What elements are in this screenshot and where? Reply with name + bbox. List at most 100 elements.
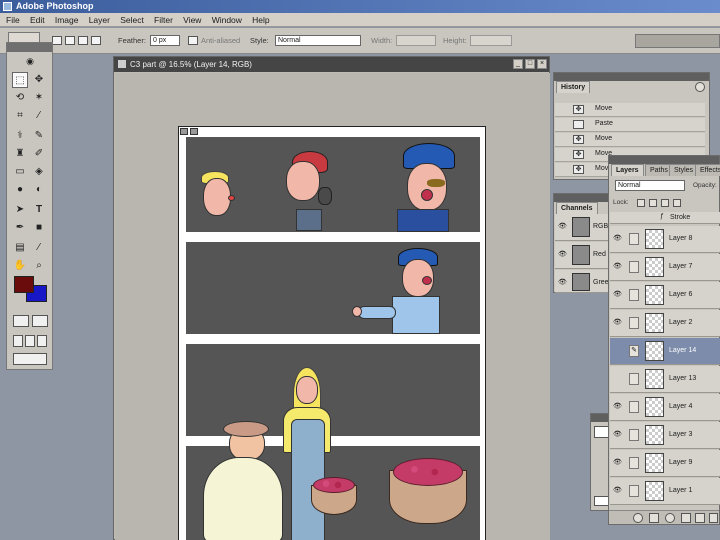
adobe-online-eye-icon[interactable]: ◉ [13, 53, 47, 69]
eye-icon[interactable]: 👁 [558, 250, 567, 258]
new-set-button[interactable] [681, 513, 691, 523]
eye-icon[interactable]: 👁 [613, 318, 622, 327]
history-palette-header[interactable] [554, 73, 709, 81]
screen-mode-standard-button[interactable] [13, 335, 23, 347]
eye-icon[interactable]: 👁 [558, 278, 567, 286]
clone-stamp-tool-icon[interactable]: ♜ [12, 146, 28, 162]
antialiased-checkbox[interactable] [188, 36, 198, 45]
menu-view[interactable]: View [179, 13, 205, 27]
new-selection-icon[interactable] [52, 36, 62, 45]
dodge-tool-icon[interactable]: ◐ [31, 182, 47, 198]
jump-to-imageready-button[interactable] [13, 353, 47, 365]
comic-page[interactable] [178, 126, 486, 540]
intersect-selection-icon[interactable] [91, 36, 101, 45]
standard-mode-button[interactable] [13, 315, 29, 327]
layer-row[interactable]: 👁 Layer 1 [610, 478, 720, 505]
type-tool-icon[interactable]: T [31, 202, 47, 218]
menu-filter[interactable]: Filter [150, 13, 177, 27]
slice-tool-icon[interactable]: ⁄ [31, 108, 47, 124]
eye-icon[interactable]: 👁 [613, 234, 622, 243]
brush-tool-icon[interactable]: ✎ [31, 128, 47, 144]
channel-row[interactable]: 👁 Red [555, 242, 610, 269]
menu-layer[interactable]: Layer [85, 13, 114, 27]
layer-link-icon[interactable] [629, 373, 639, 385]
history-brush-tool-icon[interactable]: ✐ [31, 146, 47, 162]
tab-channels[interactable]: Channels [556, 202, 598, 214]
healing-brush-tool-icon[interactable]: ⚕ [12, 128, 28, 144]
canvas-area[interactable] [115, 73, 550, 540]
menu-edit[interactable]: Edit [26, 13, 49, 27]
move-tool-icon[interactable]: ✥ [31, 72, 47, 88]
layer-link-icon[interactable] [629, 401, 639, 413]
width-input[interactable] [396, 35, 436, 46]
style-select[interactable]: Normal [275, 35, 361, 46]
marquee-tool-icon[interactable]: ⬚ [12, 72, 28, 88]
layer-link-icon[interactable] [629, 261, 639, 273]
zoom-tool-icon[interactable]: ⌕ [31, 258, 47, 274]
lock-transparency-icon[interactable] [637, 199, 645, 207]
eyedropper-tool-icon[interactable]: ⁄ [31, 240, 47, 256]
layer-row[interactable]: 👁 Layer 8 [610, 226, 720, 253]
eye-icon[interactable]: 👁 [613, 458, 622, 467]
layer-link-icon[interactable] [629, 233, 639, 245]
pen-tool-icon[interactable]: ✒ [12, 220, 28, 236]
channels-palette-header[interactable] [554, 194, 614, 202]
eye-icon[interactable]: 👁 [558, 222, 567, 230]
shape-tool-icon[interactable]: ■ [31, 220, 47, 236]
layer-row[interactable]: 👁 Layer 3 [610, 422, 720, 449]
eye-icon[interactable] [613, 346, 622, 355]
lock-position-icon[interactable] [661, 199, 669, 207]
new-layer-button[interactable] [695, 513, 705, 523]
tab-styles[interactable]: Styles [669, 164, 699, 176]
tools-palette-header[interactable] [7, 43, 52, 52]
document-titlebar[interactable]: C3 part @ 16.5% (Layer 14, RGB) _ □ × [114, 57, 549, 72]
foreground-color-swatch[interactable] [14, 276, 34, 293]
menu-file[interactable]: File [0, 13, 24, 27]
tab-layers[interactable]: Layers [611, 164, 644, 176]
feather-input[interactable]: 0 px [150, 35, 180, 46]
lock-image-icon[interactable] [649, 199, 657, 207]
layer-link-icon[interactable] [629, 317, 639, 329]
menu-image[interactable]: Image [51, 13, 83, 27]
layer-effect-row[interactable]: ƒ Stroke [610, 212, 720, 224]
crop-tool-icon[interactable]: ⌗ [12, 108, 28, 124]
delete-layer-button[interactable] [709, 513, 718, 523]
palette-well[interactable] [635, 34, 720, 48]
magic-wand-tool-icon[interactable]: ✶ [31, 90, 47, 106]
layer-row[interactable]: Layer 13 [610, 366, 720, 393]
quick-mask-mode-button[interactable] [32, 315, 48, 327]
menu-window[interactable]: Window [208, 13, 246, 27]
height-input[interactable] [470, 35, 512, 46]
history-menu-button[interactable] [695, 82, 705, 92]
subtract-selection-icon[interactable] [78, 36, 88, 45]
document-maximize-button[interactable]: □ [525, 59, 535, 69]
hand-tool-icon[interactable]: ✋ [12, 258, 28, 274]
channel-row[interactable]: 👁 Green [555, 270, 612, 293]
channel-row[interactable]: 👁 RGB [555, 214, 610, 241]
layer-link-icon[interactable] [629, 429, 639, 441]
adjustment-layer-button[interactable] [665, 513, 675, 523]
lock-all-icon[interactable] [673, 199, 681, 207]
blend-mode-select[interactable]: Normal [615, 180, 685, 191]
document-minimize-button[interactable]: _ [513, 59, 523, 69]
screen-mode-full-button[interactable] [37, 335, 47, 347]
eye-icon[interactable]: 👁 [613, 402, 622, 411]
tab-history[interactable]: History [556, 81, 591, 93]
layers-palette-header[interactable] [609, 156, 719, 164]
lasso-tool-icon[interactable]: ⟲ [12, 90, 28, 106]
screen-mode-menubar-button[interactable] [25, 335, 35, 347]
layer-row[interactable]: 👁 Layer 7 [610, 254, 720, 281]
history-item[interactable]: Paste [555, 118, 705, 132]
layer-mask-button[interactable] [649, 513, 659, 523]
layer-style-button[interactable] [633, 513, 643, 523]
brush-icon[interactable]: ✎ [629, 345, 639, 357]
layer-row[interactable]: 👁 Layer 4 [610, 394, 720, 421]
document-close-button[interactable]: × [537, 59, 547, 69]
notes-tool-icon[interactable]: ▤ [12, 240, 28, 256]
layer-row[interactable]: 👁 Layer 9 [610, 450, 720, 477]
path-selection-tool-icon[interactable]: ➤ [12, 202, 28, 218]
tab-effects[interactable]: Effects [695, 164, 720, 176]
history-item[interactable]: ✥ Move [555, 103, 705, 117]
layer-link-icon[interactable] [629, 457, 639, 469]
eye-icon[interactable]: 👁 [613, 262, 622, 271]
